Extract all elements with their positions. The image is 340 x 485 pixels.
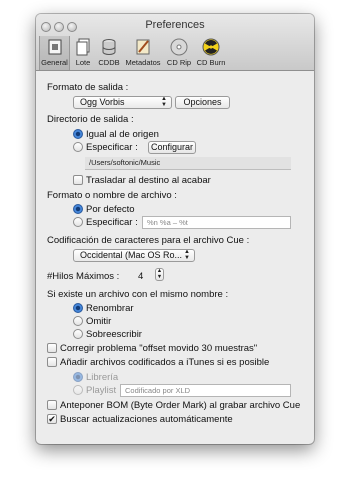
check-move-after[interactable] [73,175,83,185]
tab-general[interactable]: General [39,36,70,70]
output-dir-heading: Directorio de salida : [47,114,134,125]
chevron-updown-icon: ▲ ▼ [184,249,190,261]
radio-default-name[interactable] [73,204,83,214]
check-offset-fix[interactable] [47,343,57,353]
chevron-updown-icon: ▲ ▼ [161,96,167,108]
check-bom[interactable] [47,400,57,410]
tab-cd-burn[interactable]: CD Burn [195,36,227,70]
tab-metadatos[interactable]: Metadatos [125,36,161,70]
filename-heading: Formato o nombre de archivo : [47,190,177,201]
batch-icon [75,38,91,58]
itunes-label: Añadir archivos codificados a iTunes si … [60,357,270,368]
check-itunes[interactable] [47,357,57,367]
same-as-source-label: Igual al de origen [86,129,159,140]
general-icon [47,38,63,58]
overwrite-label: Sobreescribir [86,329,142,340]
options-button[interactable]: Opciones [175,96,230,109]
radio-skip[interactable] [73,316,83,326]
radio-overwrite[interactable] [73,329,83,339]
threads-value[interactable]: 4 [138,271,143,282]
window-title: Preferences [145,19,205,31]
metadata-icon [135,38,151,58]
database-icon [101,38,117,58]
move-after-label: Trasladar al destino al acabar [86,175,211,186]
updates-label: Buscar actualizaciones automáticamente [60,414,233,425]
playlist-label: Playlist [86,385,117,396]
burn-icon [202,38,220,58]
radio-same-as-source[interactable] [73,129,83,139]
toolbar: Preferences General Lote CDDB Metadatos [36,14,314,71]
configure-button[interactable]: Configurar [148,141,196,154]
output-format-select[interactable]: Ogg Vorbis ▲ ▼ [73,96,172,109]
tab-lote[interactable]: Lote [72,36,94,70]
library-label: Librería [86,372,119,383]
radio-specify-name[interactable] [73,217,83,227]
radio-library[interactable] [73,372,83,382]
check-updates[interactable]: ✔ [47,414,57,424]
cd-icon [170,38,188,58]
specify-dir-label: Especificar : [86,142,138,153]
default-name-label: Por defecto [86,204,135,215]
output-format-heading: Formato de salida : [47,82,129,93]
cue-encoding-select[interactable]: Occidental (Mac OS Ro... ▲ ▼ [73,249,195,262]
tab-cddb[interactable]: CDDB [96,36,122,70]
skip-label: Omitir [86,316,112,327]
specify-name-label: Especificar : [86,217,138,228]
offset-fix-label: Corregir problema "offset movido 30 mues… [60,343,258,354]
output-path: /Users/softonic/Music [85,157,291,170]
tab-cd-rip[interactable]: CD Rip [165,36,193,70]
threads-label: #Hilos Máximos : [47,271,120,282]
filename-format-input[interactable]: %n %a – %t [142,216,291,229]
cue-encoding-heading: Codificación de caracteres para el archi… [47,235,250,246]
bom-label: Anteponer BOM (Byte Order Mark) al graba… [60,400,301,411]
radio-playlist[interactable] [73,385,83,395]
radio-rename[interactable] [73,303,83,313]
threads-stepper[interactable]: ▲ ▼ [155,268,164,281]
radio-specify-dir[interactable] [73,142,83,152]
preferences-window: Preferences General Lote CDDB Metadatos [36,14,314,444]
playlist-name-input[interactable]: Codificado por XLD [120,384,291,397]
existing-file-heading: Si existe un archivo con el mismo nombre… [47,289,229,300]
rename-label: Renombrar [86,303,134,314]
